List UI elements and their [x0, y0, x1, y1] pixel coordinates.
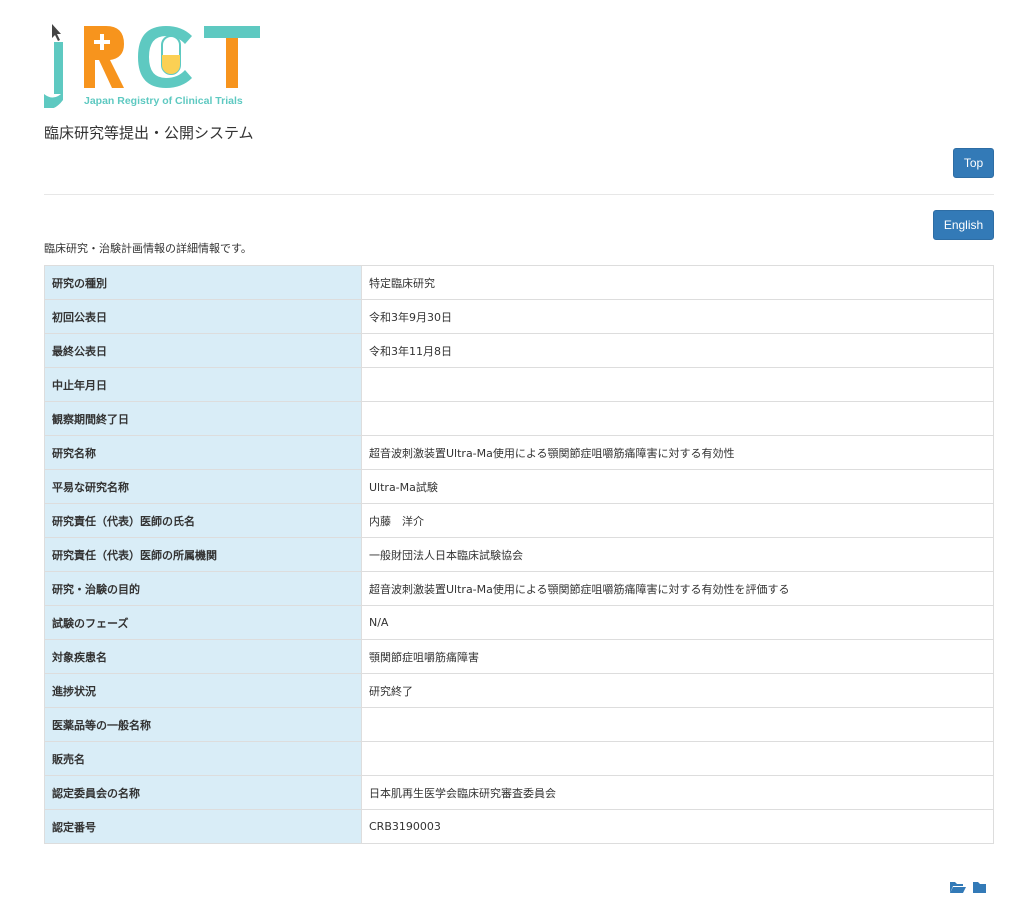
row-value: 一般財団法人日本臨床試験協会 [361, 537, 994, 572]
row-value: 日本肌再生医学会臨床研究審査委員会 [361, 775, 994, 810]
table-row: 中止年月日 [44, 367, 994, 402]
folder-open-icon[interactable] [950, 882, 966, 893]
row-value: 超音波刺激装置Ultra-Ma使用による顎関節症咀嚼筋痛障害に対する有効性 [361, 435, 994, 470]
row-label: 試験のフェーズ [44, 605, 362, 640]
row-label: 研究名称 [44, 435, 362, 470]
table-row: 対象疾患名 顎関節症咀嚼筋痛障害 [44, 639, 994, 674]
table-row: 試験のフェーズ N/A [44, 605, 994, 640]
row-value: 特定臨床研究 [361, 265, 994, 300]
logo-tagline: Japan Registry of Clinical Trials [84, 95, 243, 107]
table-row: 観察期間終了日 [44, 401, 994, 436]
row-value: N/A [361, 605, 994, 640]
row-label: 研究の種別 [44, 265, 362, 300]
row-label: 対象疾患名 [44, 639, 362, 674]
table-row: 研究・治験の目的 超音波刺激装置Ultra-Ma使用による顎関節症咀嚼筋痛障害に対… [44, 571, 994, 606]
table-row: 進捗状況 研究終了 [44, 673, 994, 708]
divider [44, 194, 994, 195]
row-value: 顎関節症咀嚼筋痛障害 [361, 639, 994, 674]
row-label: 認定番号 [44, 809, 362, 844]
row-label: 平易な研究名称 [44, 469, 362, 504]
table-row: 研究責任（代表）医師の氏名 内藤 洋介 [44, 503, 994, 538]
system-title: 臨床研究等提出・公開システム [44, 124, 254, 142]
table-row: 認定委員会の名称 日本肌再生医学会臨床研究審査委員会 [44, 775, 994, 810]
row-label: 研究責任（代表）医師の氏名 [44, 503, 362, 538]
row-value: 令和3年9月30日 [361, 299, 994, 334]
row-value: Ultra-Ma試験 [361, 469, 994, 504]
table-row: 平易な研究名称 Ultra-Ma試験 [44, 469, 994, 504]
row-value [361, 367, 994, 402]
table-row: 医薬品等の一般名称 [44, 707, 994, 742]
row-value: 令和3年11月8日 [361, 333, 994, 368]
table-row: 初回公表日 令和3年9月30日 [44, 299, 994, 334]
row-value: 内藤 洋介 [361, 503, 994, 538]
top-button[interactable]: Top [953, 148, 994, 178]
row-label: 初回公表日 [44, 299, 362, 334]
row-label: 最終公表日 [44, 333, 362, 368]
table-row: 認定番号 CRB3190003 [44, 809, 994, 844]
intro-text: 臨床研究・治験計画情報の詳細情報です。 [44, 242, 252, 255]
row-value [361, 741, 994, 776]
row-label: 販売名 [44, 741, 362, 776]
row-label: 認定委員会の名称 [44, 775, 362, 810]
table-row: 販売名 [44, 741, 994, 776]
row-label: 進捗状況 [44, 673, 362, 708]
row-value [361, 707, 994, 742]
row-value: 超音波刺激装置Ultra-Ma使用による顎関節症咀嚼筋痛障害に対する有効性を評価… [361, 571, 994, 606]
footer-icons [950, 882, 986, 893]
detail-table: 研究の種別 特定臨床研究 初回公表日 令和3年9月30日 最終公表日 令和3年11月8日中… [44, 265, 994, 844]
folder-icon[interactable] [973, 882, 986, 893]
table-row: 研究の種別 特定臨床研究 [44, 265, 994, 300]
table-row: 研究責任（代表）医師の所属機関 一般財団法人日本臨床試験協会 [44, 537, 994, 572]
row-label: 研究責任（代表）医師の所属機関 [44, 537, 362, 572]
row-label: 中止年月日 [44, 367, 362, 402]
row-value: CRB3190003 [361, 809, 994, 844]
jrct-logo: Japan Registry of Clinical Trials [44, 24, 260, 108]
table-row: 最終公表日 令和3年11月8日 [44, 333, 994, 368]
row-label: 医薬品等の一般名称 [44, 707, 362, 742]
english-button[interactable]: English [933, 210, 994, 240]
row-value: 研究終了 [361, 673, 994, 708]
row-label: 観察期間終了日 [44, 401, 362, 436]
row-value [361, 401, 994, 436]
row-label: 研究・治験の目的 [44, 571, 362, 606]
table-row: 研究名称 超音波刺激装置Ultra-Ma使用による顎関節症咀嚼筋痛障害に対する有効… [44, 435, 994, 470]
